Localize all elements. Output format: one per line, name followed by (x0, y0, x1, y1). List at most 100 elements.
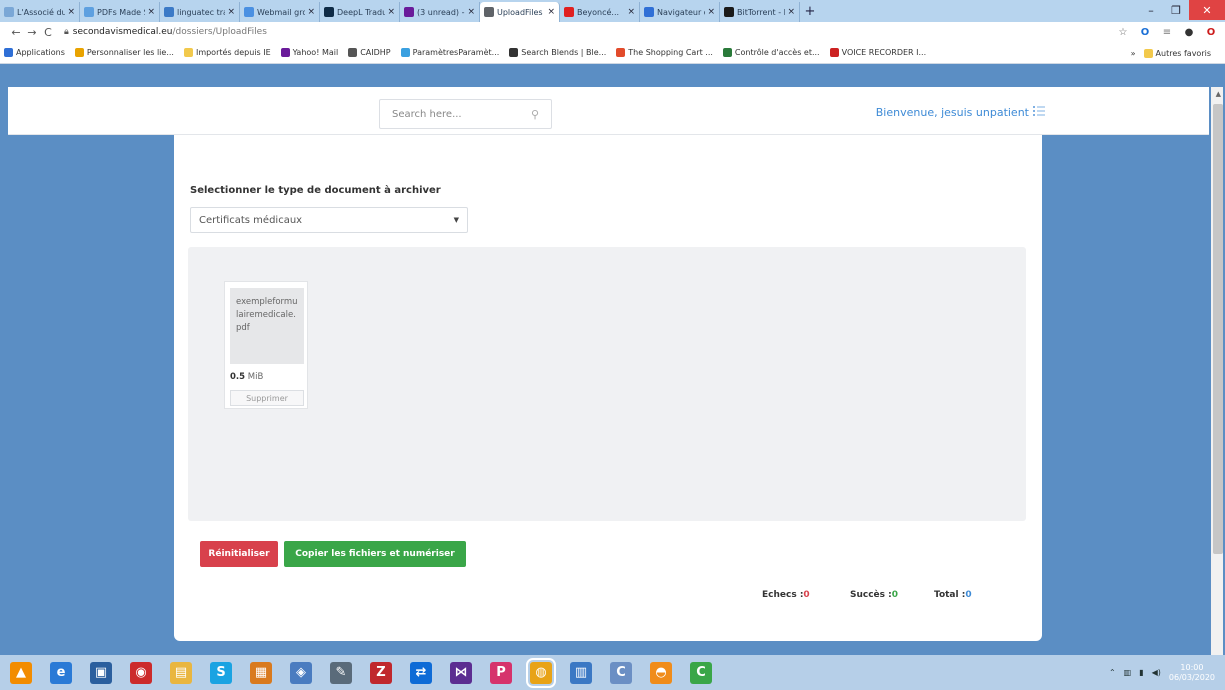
taskbar-filezilla-icon[interactable]: Z (364, 656, 398, 690)
more-bookmarks-icon[interactable]: » (1131, 49, 1136, 58)
app-blue-icon: ▣ (90, 661, 112, 684)
file-size-value: 0.5 (230, 372, 246, 382)
taskbar-vlc-icon[interactable]: ▲ (4, 656, 38, 690)
maximize-icon[interactable]: ❐ (1165, 0, 1187, 20)
app-c-icon: C (610, 661, 632, 684)
remove-file-button[interactable]: Supprimer (230, 390, 304, 406)
close-tab-icon[interactable]: × (787, 7, 795, 17)
taskbar-internet-explorer-icon[interactable]: e (44, 656, 78, 690)
forward-icon[interactable]: → (24, 26, 40, 39)
bookmark-item[interactable]: Importés depuis IE (183, 48, 271, 57)
close-tab-icon[interactable]: × (467, 7, 475, 17)
star-icon[interactable]: ☆ (1117, 26, 1129, 38)
taskbar-pen-tool-icon[interactable]: ✎ (324, 656, 358, 690)
close-tab-icon[interactable]: × (67, 7, 75, 17)
minimize-icon[interactable]: – (1141, 0, 1161, 20)
browser-tab[interactable]: UploadFiles × (480, 2, 560, 22)
reset-button[interactable]: Réinitialiser (200, 541, 278, 567)
file-preview: exempleformulairemedicale.pdf 0.5 MiB Su… (224, 281, 308, 409)
bookmark-item[interactable]: Search Blends | Ble... (509, 48, 606, 57)
volume-icon[interactable]: ◀) (1152, 668, 1161, 677)
taskbar-skype-icon[interactable]: S (204, 656, 238, 690)
close-tab-icon[interactable]: × (707, 7, 715, 17)
extension-icon[interactable]: ≡ (1161, 26, 1173, 38)
taskbar-teamviewer-icon[interactable]: ⇄ (404, 656, 438, 690)
browser-tab[interactable]: PDFs Made S...× (80, 2, 160, 22)
opera-menu-icon[interactable]: O (1205, 26, 1217, 38)
scrollbar-thumb[interactable] (1213, 104, 1223, 554)
filezilla-icon: Z (370, 661, 392, 684)
close-window-icon[interactable]: ✕ (1189, 0, 1225, 20)
profile-icon[interactable]: ● (1183, 26, 1195, 38)
list-menu-icon[interactable] (1033, 105, 1045, 117)
other-bookmarks[interactable]: Autres favoris (1143, 48, 1211, 58)
tray-expand-icon[interactable]: ⌃ (1109, 668, 1116, 677)
taskbar-app-c-icon[interactable]: C (604, 656, 638, 690)
browser-tab[interactable]: DeepL Traduc...× (320, 2, 400, 22)
taskbar-app-window-icon[interactable]: ▥ (564, 656, 598, 690)
close-tab-icon[interactable]: × (227, 7, 235, 17)
close-tab-icon[interactable]: × (387, 7, 395, 17)
taskbar-app-p-icon[interactable]: P (484, 656, 518, 690)
taskbar-app-red-icon[interactable]: ◉ (124, 656, 158, 690)
taskbar-apps: ▲ e ▣ ◉ ▤ S ▦ ◈ ✎ Z ⇄ ⋈ P ◍ ▥ C ◓ C (4, 656, 724, 690)
taskbar-network-app-icon[interactable]: ◈ (284, 656, 318, 690)
tab-title: linguatec tran... (177, 7, 225, 17)
fail-count: Echecs :0 (762, 590, 810, 600)
bookmark-item[interactable]: CAIDHP (348, 48, 391, 57)
browser-tab[interactable]: (3 unread) - ...× (400, 2, 480, 22)
search-placeholder: Search here... (392, 108, 462, 120)
bookmark-item[interactable]: Applications (4, 48, 65, 57)
tab-favicon-icon (244, 7, 254, 17)
browser-tab[interactable]: linguatec tran...× (160, 2, 240, 22)
doc-type-select[interactable]: Certificats médicaux ▼ (190, 207, 468, 233)
bookmark-label: ParamètresParamèt... (412, 48, 500, 57)
taskbar-app-orange-icon[interactable]: ▦ (244, 656, 278, 690)
file-name: exempleformulairemedicale.pdf (230, 288, 304, 364)
taskbar-camtasia-icon[interactable]: C (684, 656, 718, 690)
bookmark-item[interactable]: ParamètresParamèt... (400, 48, 500, 57)
search-icon[interactable]: ⚲ (531, 108, 539, 121)
tab-favicon-icon (164, 7, 174, 17)
tab-favicon-icon (644, 7, 654, 17)
browser-tab[interactable]: BitTorrent - P...× (720, 2, 800, 22)
bookmark-item[interactable]: Yahoo! Mail (280, 48, 339, 57)
close-tab-icon[interactable]: × (627, 7, 635, 17)
other-bookmarks-label: Autres favoris (1155, 48, 1211, 58)
scroll-up-icon[interactable]: ▲ (1216, 90, 1221, 98)
reload-icon[interactable]: C (40, 26, 56, 39)
url-field[interactable]: secondavismedical.eu/dossiers/UploadFile… (73, 27, 1117, 37)
bookmark-item[interactable]: The Shopping Cart ... (616, 48, 713, 57)
opera-extension-icon[interactable]: O (1139, 26, 1151, 38)
browser-tab[interactable]: Webmail gro...× (240, 2, 320, 22)
search-input[interactable]: Search here... ⚲ (379, 99, 552, 129)
taskbar-app-arc-icon[interactable]: ◓ (644, 656, 678, 690)
taskbar-file-explorer-icon[interactable]: ▤ (164, 656, 198, 690)
clock[interactable]: 10:00 06/03/2020 (1169, 663, 1215, 683)
taskbar-visual-studio-icon[interactable]: ⋈ (444, 656, 478, 690)
address-bar: ← → C 🔒︎ secondavismedical.eu/dossiers/U… (0, 22, 1225, 42)
file-dropzone[interactable]: exempleformulairemedicale.pdf 0.5 MiB Su… (188, 247, 1026, 521)
browser-tab[interactable]: L'Associé du...× (0, 2, 80, 22)
bookmark-label: Yahoo! Mail (292, 48, 339, 57)
browser-tab[interactable]: Beyoncé... × (560, 2, 640, 22)
battery-icon[interactable]: ▮ (1139, 668, 1143, 677)
close-tab-icon[interactable]: × (147, 7, 155, 17)
system-tray: ⌃ ▥ ▮ ◀) 10:00 06/03/2020 (1109, 655, 1215, 690)
lock-icon: 🔒︎ (64, 27, 69, 37)
bookmark-item[interactable]: VOICE RECORDER I... (829, 48, 926, 57)
browser-tab[interactable]: Navigateur d...× (640, 2, 720, 22)
new-tab-button[interactable]: + (800, 2, 820, 22)
bookmark-item[interactable]: Contrôle d'accès et... (722, 48, 820, 57)
taskbar-app-blue-icon[interactable]: ▣ (84, 656, 118, 690)
skype-icon: S (210, 661, 232, 684)
bookmarks-list: Applications Personnaliser les lie... Impo… (4, 48, 936, 57)
taskbar-chrome-icon[interactable]: ◍ (524, 656, 558, 690)
network-icon[interactable]: ▥ (1124, 668, 1132, 677)
bookmark-item[interactable]: Personnaliser les lie... (74, 48, 174, 57)
close-tab-icon[interactable]: × (307, 7, 315, 17)
copy-and-scan-button[interactable]: Copier les fichiers et numériser (284, 541, 466, 567)
close-tab-icon[interactable]: × (547, 7, 555, 17)
back-icon[interactable]: ← (8, 26, 24, 39)
tab-strip: L'Associé du...×PDFs Made S...×linguatec… (0, 0, 800, 22)
